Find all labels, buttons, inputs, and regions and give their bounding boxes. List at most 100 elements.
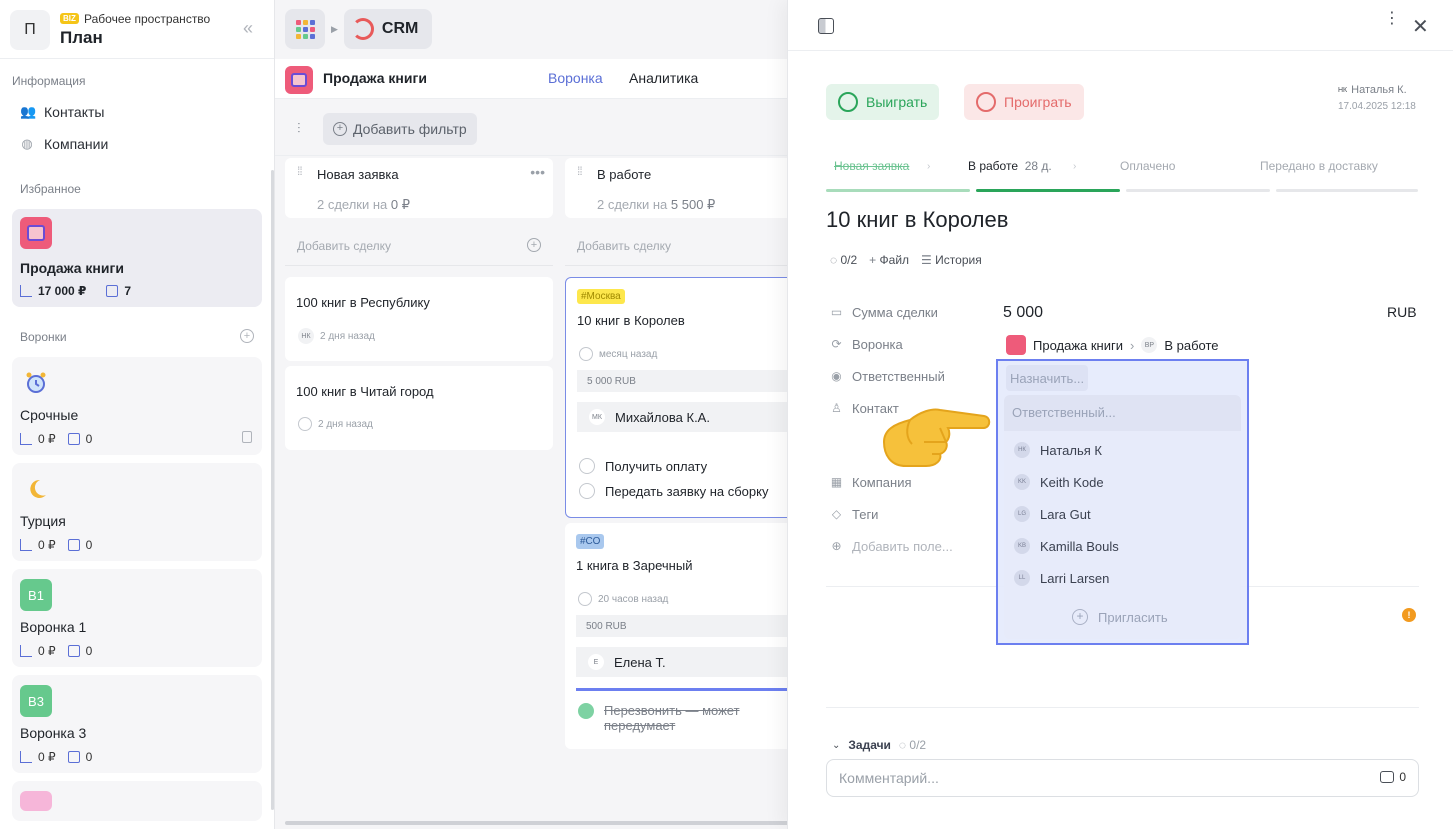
deal-task-done[interactable]: Перезвонить — может передумает: [578, 703, 784, 733]
funnel-card[interactable]: [12, 781, 262, 821]
deal-title[interactable]: 10 книг в Королев: [826, 207, 1008, 233]
check-circle-icon[interactable]: [579, 483, 595, 499]
stage-bar: [1126, 189, 1270, 192]
author-name: Наталья К.: [1351, 84, 1407, 96]
more-horizontal-icon[interactable]: •••: [530, 164, 545, 180]
deal-name: 100 книг в Республику: [296, 295, 430, 310]
funnel-amount: 0 ₽: [38, 644, 56, 658]
deals-icon: [67, 433, 80, 445]
panel-layout-icon[interactable]: [818, 18, 834, 34]
workspace-title: План: [60, 28, 103, 47]
comment-input[interactable]: Комментарий... 0: [826, 759, 1419, 797]
deal-tag: #СО: [576, 534, 605, 549]
assignee-option[interactable]: LG Lara Gut: [1014, 506, 1091, 522]
favorite-funnel-card[interactable]: Продажа книги 17 000 ₽ 7: [12, 209, 262, 307]
assignee-menu: Ответственный... НК Наталья К KK Keith K…: [1004, 395, 1241, 639]
add-file-button[interactable]: + Файл: [869, 253, 909, 267]
calendar-icon: [285, 66, 313, 94]
stage-label: Оплачено: [1120, 159, 1176, 173]
funnel-badge: [20, 791, 52, 811]
assignee-option[interactable]: KB Kamilla Bouls: [1014, 538, 1119, 554]
currency-value[interactable]: RUB: [1387, 304, 1417, 320]
add-funnel-icon[interactable]: +: [240, 329, 254, 343]
stage-new[interactable]: Новая заявка: [826, 158, 970, 192]
assignee-search-input[interactable]: Ответственный...: [1004, 395, 1241, 431]
stage-bar: [976, 189, 1120, 192]
win-button[interactable]: Выиграть: [826, 84, 940, 120]
win-label: Выиграть: [866, 94, 928, 110]
check-circle-icon[interactable]: [578, 703, 594, 719]
chart-icon: [20, 539, 32, 551]
deal-responsible: Е Елена Т.: [576, 647, 791, 677]
avatar: LL: [1014, 570, 1030, 586]
assignee-option[interactable]: KK Keith Kode: [1014, 474, 1104, 490]
add-field-button[interactable]: ⊕ Добавить поле...: [830, 539, 952, 554]
checklist-progress[interactable]: ◌ 0/2: [830, 253, 857, 267]
lose-button[interactable]: Проиграть: [964, 84, 1084, 120]
drag-handle-icon[interactable]: ⁞⁞: [577, 165, 583, 177]
funnel-card[interactable]: Срочные 0 ₽ 0: [12, 357, 262, 455]
sliders-icon[interactable]: ⫶: [297, 120, 313, 136]
deal-card[interactable]: 100 книг в Республику НК 2 дня назад: [285, 277, 553, 361]
add-filter-button[interactable]: + Добавить фильтр: [323, 113, 477, 145]
funnel-card[interactable]: Турция 0 ₽ 0: [12, 463, 262, 561]
crescent-moon-icon: [20, 473, 52, 505]
deal-task[interactable]: Получить оплату: [579, 458, 707, 474]
check-circle-icon[interactable]: [579, 458, 595, 474]
collapse-sidebar-icon[interactable]: «: [238, 18, 258, 38]
app-window: П BIZ Рабочее пространство План « Информ…: [0, 0, 1453, 829]
created-date: 17.04.2025 12:18: [1338, 101, 1416, 112]
globe-icon: ◍: [21, 136, 33, 151]
sidebar: П BIZ Рабочее пространство План « Информ…: [0, 0, 275, 829]
funnel-stats: 0 ₽ 0: [20, 432, 92, 446]
amount-value[interactable]: 5 000: [1003, 304, 1043, 322]
deals-icon: [67, 751, 80, 763]
column-header-new[interactable]: ⁞⁞ Новая заявка 2 сделки на 0 ₽ •••: [285, 158, 553, 218]
comment-count[interactable]: 0: [1380, 770, 1406, 784]
deal-tag: #Москва: [577, 289, 625, 304]
crm-app-button[interactable]: CRM: [343, 9, 433, 49]
more-vertical-icon[interactable]: ⋮: [1384, 11, 1400, 27]
sidebar-item-contacts[interactable]: 👥 Контакты: [20, 101, 104, 123]
avatar: ВР: [1141, 337, 1158, 353]
deal-meta: НК 2 дня назад: [298, 328, 375, 344]
funnel-card[interactable]: В1 Воронка 1 0 ₽ 0: [12, 569, 262, 667]
avatar: МК: [589, 409, 605, 425]
chevron-right-icon: ›: [1130, 337, 1135, 353]
assign-button[interactable]: Назначить...: [1006, 365, 1089, 391]
assignee-option[interactable]: НК Наталья К: [1014, 442, 1102, 458]
deals-icon: [106, 285, 119, 297]
alert-icon[interactable]: !: [1402, 608, 1416, 622]
tasks-section-header[interactable]: ⌄ Задачи ◌ 0/2: [832, 738, 926, 752]
workspace-header[interactable]: П BIZ Рабочее пространство План «: [0, 0, 274, 59]
deal-card[interactable]: 100 книг в Читай город 2 дня назад: [285, 366, 553, 450]
workspace-avatar[interactable]: П: [10, 10, 50, 50]
stage-delivery[interactable]: Передано в доставку: [1260, 158, 1418, 192]
sidebar-item-companies[interactable]: ◍ Компании: [20, 133, 108, 155]
funnel-value[interactable]: Продажа книги › ВР В работе: [1006, 335, 1219, 355]
info-section-label: Информация: [12, 74, 86, 88]
deal-name: 100 книг в Читай город: [296, 384, 434, 399]
deals-icon: [67, 539, 80, 551]
column-title: Новая заявка: [317, 167, 399, 182]
chevron-down-icon: ⌄: [832, 739, 841, 751]
close-icon[interactable]: ✕: [1412, 14, 1429, 39]
stage-paid[interactable]: Оплачено: [1120, 158, 1270, 192]
apps-grid-button[interactable]: [285, 9, 325, 49]
funnel-card[interactable]: В3 Воронка 3 0 ₽ 0: [12, 675, 262, 773]
add-deal-button[interactable]: Добавить сделку +: [285, 226, 553, 266]
tab-analytics[interactable]: Аналитика: [629, 70, 698, 86]
tab-funnel[interactable]: Воронка: [548, 70, 603, 86]
funnel-badge: В3: [20, 685, 52, 717]
board-scrollbar[interactable]: [285, 821, 790, 825]
stage-in-progress[interactable]: В работе 28 д.: [968, 158, 1120, 192]
sidebar-scrollbar[interactable]: [271, 170, 274, 810]
history-button[interactable]: ☰ История: [921, 253, 982, 267]
invite-button[interactable]: + Пригласить: [1072, 609, 1168, 625]
deal-task[interactable]: Передать заявку на сборку: [579, 483, 768, 499]
assignee-option[interactable]: LL Larri Larsen: [1014, 570, 1109, 586]
stage-label: Передано в доставку: [1260, 159, 1378, 173]
target-icon: ◉: [831, 369, 842, 383]
chart-icon: [20, 285, 32, 297]
drag-handle-icon[interactable]: ⁞⁞: [297, 165, 303, 177]
